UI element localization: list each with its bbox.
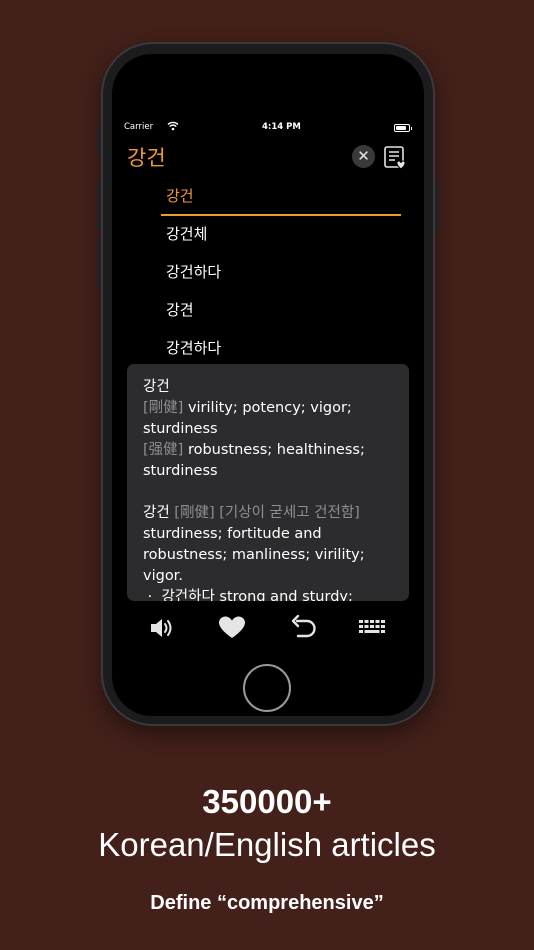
subtitle: Define “comprehensive”	[150, 892, 384, 914]
hanja-label: [强健]	[143, 442, 184, 458]
headline-articles: Korean/English articles	[98, 826, 436, 863]
status-time: 4:14 PM	[262, 122, 301, 132]
suggestion-item[interactable]: 강건하다	[161, 254, 401, 292]
wifi-icon	[167, 121, 179, 131]
back-button[interactable]	[285, 611, 319, 645]
suggestion-item[interactable]: 강건	[161, 178, 401, 216]
entry-headword: 강건	[143, 505, 170, 521]
phone-screen: Carrier 4:14 PM 강건 ✕ 강건 강건체 강건하다 강견 강견하다	[112, 54, 424, 716]
heart-icon	[219, 616, 245, 638]
entry-sense: [强健] robustness; healthiness; sturdiness	[143, 440, 393, 482]
bottom-toolbar	[112, 611, 424, 645]
battery-icon	[394, 124, 412, 132]
word-list-icon[interactable]	[383, 145, 407, 171]
status-bar: Carrier 4:14 PM	[124, 121, 412, 136]
gloss-label: [기상이 굳세고 건전함]	[219, 505, 360, 521]
entry-sense: [剛健] virility; potency; vigor; sturdines…	[143, 398, 393, 440]
entry-heading: 강건 [剛健] [기상이 굳세고 건전함]	[143, 503, 393, 524]
promo-page: Carrier 4:14 PM 강건 ✕ 강건 강건체 강건하다 강견 강견하다	[0, 0, 534, 950]
power-button	[435, 180, 439, 230]
definition-card[interactable]: 강건 [剛健] virility; potency; vigor; sturdi…	[127, 364, 409, 601]
suggestion-item[interactable]: 강견하다	[161, 330, 401, 368]
headline-count: 350000+	[202, 783, 332, 820]
speaker-icon	[151, 619, 172, 637]
sense-text: sturdiness; fortitude and robustness; ma…	[143, 526, 365, 584]
clear-search-button[interactable]: ✕	[352, 145, 375, 168]
keyboard-icon	[359, 620, 385, 633]
home-button[interactable]	[243, 664, 291, 712]
suggestion-item[interactable]: 강견	[161, 292, 401, 330]
example-word: 강건하다	[161, 589, 215, 601]
hanja-label: [剛健]	[174, 505, 215, 521]
undo-icon	[291, 614, 316, 638]
carrier-label: Carrier	[124, 122, 154, 132]
suggestion-item[interactable]: 강건체	[161, 216, 401, 254]
example-line: · 강건하다 strong and sturdy; virile;	[143, 587, 393, 601]
suggestion-list: 강건 강건체 강건하다 강견 강견하다	[161, 178, 401, 368]
hanja-label: [剛健]	[143, 400, 184, 416]
favorite-button[interactable]	[215, 611, 249, 645]
entry-headword: 강건	[143, 379, 170, 395]
search-word[interactable]: 강건	[127, 142, 166, 172]
pronounce-button[interactable]	[145, 611, 179, 645]
keyboard-button[interactable]	[356, 611, 390, 645]
bullet: ·	[147, 589, 153, 601]
close-icon: ✕	[357, 147, 370, 165]
